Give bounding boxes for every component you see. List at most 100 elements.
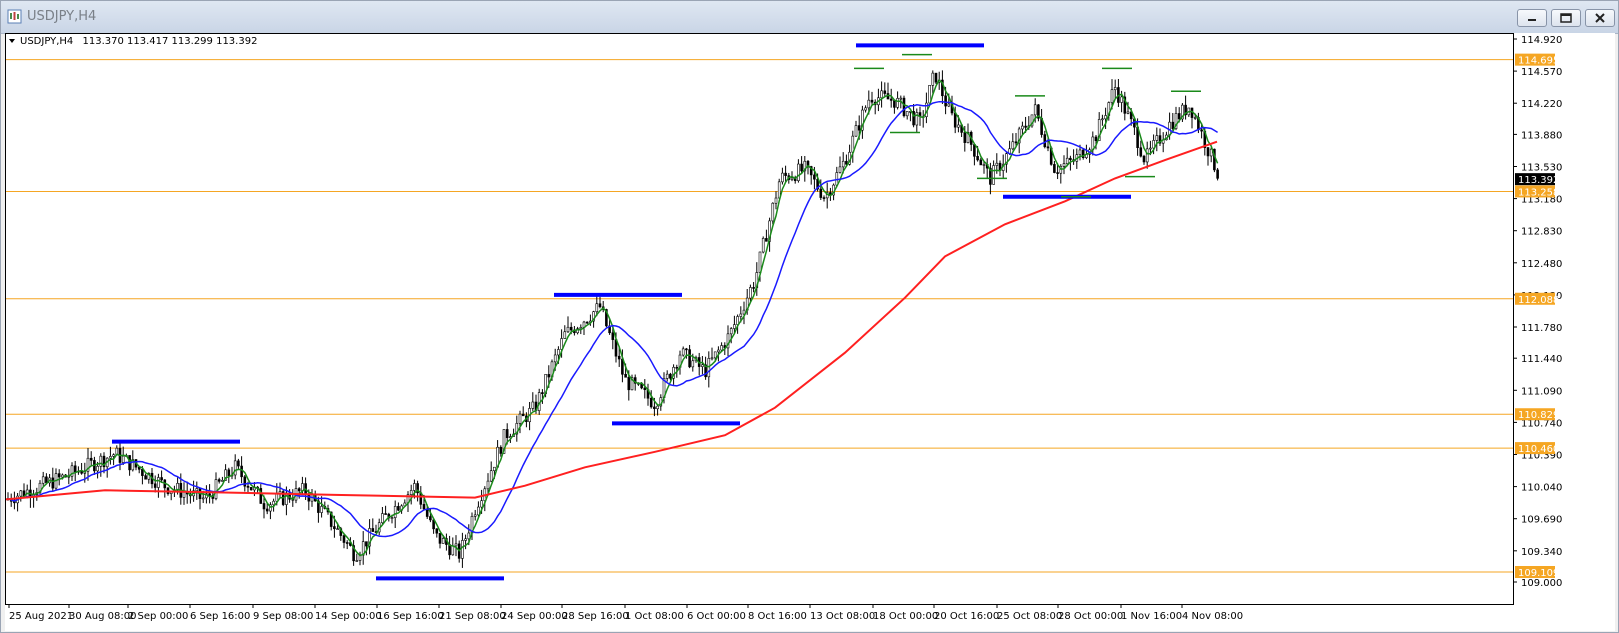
candle-body — [531, 401, 535, 409]
candle-body — [160, 477, 163, 481]
candle-body — [870, 99, 874, 103]
price-tick-label: 109.340 — [1521, 547, 1562, 558]
time-tick-label: 28 Sep 16:00 — [562, 611, 629, 622]
candle-body — [486, 480, 490, 490]
restore-button[interactable] — [1551, 9, 1581, 27]
candle-body — [1149, 147, 1152, 150]
candle-body — [41, 476, 45, 484]
candle-body — [784, 172, 787, 176]
candle-body — [336, 528, 339, 530]
candle-body — [99, 455, 103, 467]
price-tick-label: 109.000 — [1521, 578, 1562, 589]
candle-body — [617, 355, 621, 360]
candle-body — [61, 474, 64, 478]
candle-body — [489, 470, 493, 482]
candle-body — [841, 160, 845, 168]
price-tick-label: 113.530 — [1521, 162, 1562, 173]
candle-body — [681, 348, 685, 356]
candle-body — [1062, 163, 1066, 167]
minimize-icon — [1528, 19, 1536, 21]
candle-body — [477, 506, 480, 516]
candle-body — [547, 374, 551, 378]
candle-body — [896, 98, 899, 108]
candle-body — [429, 516, 432, 521]
candle-body — [112, 454, 115, 457]
candle-body — [800, 163, 803, 172]
candle-body — [691, 360, 695, 368]
candle-body — [214, 479, 218, 499]
level-label: 114.695 — [1518, 56, 1559, 67]
candle-body — [701, 364, 704, 367]
candle-body — [1011, 141, 1015, 150]
candle-body — [464, 538, 467, 541]
candle-body — [499, 446, 503, 454]
candle-body — [995, 162, 999, 166]
candle-body — [1206, 147, 1210, 157]
ohlc-values: 113.370 113.417 113.299 113.392 — [82, 36, 257, 47]
price-tick-label: 111.780 — [1521, 323, 1562, 334]
price-tick-label: 114.920 — [1521, 35, 1562, 46]
symbol-timeframe: USDJPY,H4 — [20, 36, 73, 47]
time-tick-label: 9 Sep 08:00 — [253, 611, 313, 622]
time-tick-label: 24 Sep 00:00 — [501, 611, 568, 622]
candle-body — [365, 541, 368, 547]
candle-body — [1193, 117, 1197, 119]
candle-body — [624, 373, 627, 378]
candle-body — [413, 483, 416, 491]
candle-body — [598, 303, 602, 308]
candle-body — [89, 457, 93, 461]
candle-body — [493, 466, 496, 472]
window-title: USDJPY,H4 — [27, 9, 97, 24]
minimize-button[interactable] — [1517, 9, 1547, 27]
candle-body — [1094, 136, 1098, 141]
candle-body — [819, 188, 823, 198]
candle-body — [675, 366, 679, 369]
candle-body — [781, 172, 784, 183]
time-tick-label: 1 Oct 08:00 — [625, 611, 684, 622]
current-price-label: 113.392 — [1518, 175, 1559, 186]
time-tick-label: 20 Oct 16:00 — [934, 611, 999, 622]
candle-body — [902, 97, 906, 117]
candle-body — [889, 98, 893, 101]
candle-body — [953, 112, 957, 128]
candle-body — [240, 465, 243, 478]
chart-area[interactable]: 114.920 114.570 114.220 113.880 113.530 113.1… — [5, 33, 1615, 631]
candle-body — [390, 517, 394, 519]
candle-body — [643, 387, 647, 390]
time-tick-label: 25 Aug 2021 — [9, 611, 73, 622]
price-tick-label: 114.570 — [1521, 67, 1562, 78]
price-tick-label: 114.220 — [1521, 99, 1562, 110]
candle-body — [435, 528, 439, 534]
candle-body — [265, 508, 269, 512]
candle-body — [1155, 135, 1159, 141]
candle-body — [333, 526, 336, 530]
candle-body — [1139, 147, 1143, 157]
candle-body — [451, 545, 455, 556]
title-bar[interactable]: USDJPY,H4 — [1, 1, 1618, 34]
candle-body — [1145, 148, 1149, 163]
candle-body — [992, 165, 995, 185]
candle-body — [1065, 157, 1069, 164]
candle-body — [246, 485, 250, 488]
time-tick-label: 1 Nov 16:00 — [1121, 611, 1182, 622]
candle-body — [752, 287, 755, 289]
candle-body — [320, 506, 323, 513]
candle-body — [1078, 149, 1082, 155]
candle-body — [393, 506, 397, 518]
candle-body — [771, 202, 775, 222]
candle-body — [1043, 134, 1047, 148]
time-tick-label: 25 Oct 08:00 — [997, 611, 1062, 622]
price-chart[interactable]: 114.920114.570114.220113.880113.530113.1… — [5, 33, 1615, 631]
candle-body — [838, 166, 842, 173]
chart-window: USDJPY,H4 114.920 114.570 114.220 113.880 11… — [0, 0, 1619, 633]
candle-body — [883, 90, 887, 94]
level-label: 113.258 — [1518, 187, 1559, 198]
candle-body — [611, 332, 615, 340]
candle-body — [480, 500, 483, 508]
candle-body — [973, 144, 976, 157]
candle-body — [627, 376, 631, 391]
candle-body — [1171, 121, 1175, 129]
ohlc-info: USDJPY,H4 113.370 113.417 113.299 113.39… — [20, 36, 257, 47]
close-button[interactable] — [1585, 9, 1615, 27]
candle-body — [425, 508, 429, 517]
